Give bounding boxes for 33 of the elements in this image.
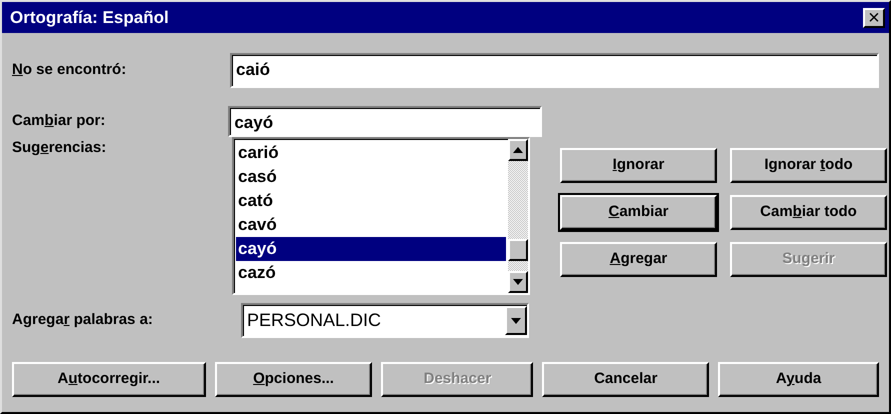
list-item[interactable]: casó (236, 165, 506, 189)
field-label: Cambiar por: (12, 111, 106, 132)
scrollbar[interactable] (508, 139, 528, 293)
scroll-thumb[interactable] (508, 239, 528, 261)
dialog-button[interactable]: Cancelar (542, 362, 710, 397)
field-label: Agregar palabras a: (12, 310, 154, 330)
up-arrow-icon (513, 147, 523, 153)
dialog-button[interactable]: Ayuda (718, 362, 879, 397)
down-arrow-icon (513, 279, 523, 285)
close-button[interactable]: × (863, 8, 885, 28)
dropdown-value: PERSONAL.DIC (247, 309, 382, 332)
dialog-button[interactable]: Cambiar (560, 195, 717, 230)
list-item[interactable]: cavó (236, 213, 506, 237)
scroll-up-button[interactable] (508, 139, 528, 161)
caret-icon (511, 318, 521, 324)
window-title: Ortografía: Español (10, 6, 169, 29)
input-field[interactable]: caió (230, 53, 879, 88)
list-item[interactable]: cayó (236, 237, 506, 261)
list-item[interactable]: carió (236, 141, 506, 165)
dialog-button[interactable]: Ignorar todo (730, 148, 887, 183)
dialog-button[interactable]: Opciones... (214, 362, 372, 397)
dialog-button[interactable]: Ignorar (560, 148, 717, 183)
dialog-button[interactable]: Autocorregir... (12, 362, 206, 397)
dialog-button[interactable]: Cambiar todo (730, 195, 887, 230)
input-field[interactable]: cayó (228, 106, 542, 137)
field-label: No se encontró: (12, 60, 128, 80)
field-label: Sugerencias: (12, 138, 108, 158)
scroll-down-button[interactable] (508, 271, 528, 293)
list-item[interactable]: cató (236, 189, 506, 213)
dictionary-dropdown[interactable]: PERSONAL.DIC (241, 303, 529, 338)
list-item[interactable]: cazó (236, 261, 506, 285)
suggestions-list[interactable]: carió casó cató cavó cayó cazó (232, 137, 530, 295)
dialog-button[interactable]: Agregar (560, 242, 717, 277)
